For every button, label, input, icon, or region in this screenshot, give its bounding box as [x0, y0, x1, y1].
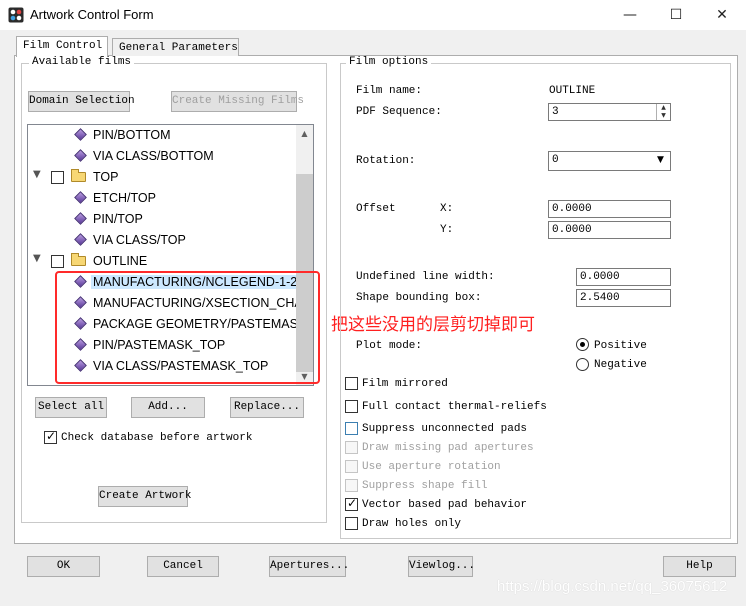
offset-label: Offset — [356, 203, 396, 215]
folder-checkbox[interactable] — [51, 255, 64, 268]
check-database-checkbox[interactable] — [44, 429, 57, 444]
apertures-button[interactable]: Apertures... — [269, 556, 349, 577]
minimize-icon[interactable]: — — [607, 0, 653, 30]
suppress-shape-fill-label: Suppress shape fill — [362, 480, 488, 492]
select-all-button[interactable]: Select all — [35, 397, 107, 418]
offset-x-label: X: — [440, 203, 454, 215]
tree-item[interactable]: VIA CLASS/BOTTOM — [28, 146, 298, 167]
offset-y-input[interactable]: 0.0000 — [548, 221, 671, 239]
chevron-down-icon[interactable]: ▼ — [657, 155, 664, 165]
draw-missing-label: Draw missing pad apertures — [362, 442, 534, 454]
vector-based-checkbox[interactable] — [345, 496, 358, 511]
tree-item[interactable]: ETCH/TOP — [28, 188, 298, 209]
film-icon — [74, 191, 87, 204]
annotation-highlight-box — [55, 271, 320, 384]
tree-item-label: PIN/TOP — [93, 212, 143, 226]
create-missing-films-button[interactable]: Create Missing Films — [171, 91, 304, 112]
tree-item-label: TOP — [93, 170, 119, 184]
tab-film-control[interactable]: Film Control — [16, 36, 108, 57]
negative-radio[interactable] — [576, 358, 589, 371]
offset-y-label: Y: — [440, 224, 454, 236]
shape-bounding-box-input[interactable]: 2.5400 — [576, 289, 671, 307]
draw-holes-checkbox[interactable] — [345, 517, 358, 530]
tree-folder-top[interactable]: ▼ TOP — [28, 167, 298, 188]
pdf-sequence-value: 3 — [552, 106, 559, 118]
film-name-label: Film name: — [356, 85, 423, 97]
plot-mode-label: Plot mode: — [356, 340, 423, 352]
folder-open-icon — [71, 169, 86, 182]
film-icon — [74, 233, 87, 246]
film-icon — [74, 128, 87, 141]
offset-x-input[interactable]: 0.0000 — [548, 200, 671, 218]
help-button[interactable]: Help — [663, 556, 736, 577]
ok-button[interactable]: OK — [27, 556, 100, 577]
tree-folder-outline[interactable]: ▼ OUTLINE — [28, 251, 298, 272]
film-mirrored-label: Film mirrored — [362, 378, 448, 390]
domain-selection-button[interactable]: Domain Selection — [28, 91, 135, 112]
replace-button[interactable]: Replace... — [230, 397, 304, 418]
film-name-value: OUTLINE — [549, 85, 596, 97]
tree-item[interactable]: VIA CLASS/TOP — [28, 230, 298, 251]
vector-based-label: Vector based pad behavior — [362, 499, 528, 511]
tab-general-parameters[interactable]: General Parameters — [112, 38, 239, 56]
use-aperture-rotation-checkbox[interactable] — [345, 460, 358, 473]
positive-radio[interactable] — [576, 338, 589, 351]
maximize-icon[interactable]: ☐ — [653, 0, 699, 30]
check-database-label: Check database before artwork — [61, 432, 253, 444]
pdf-sequence-spinner[interactable]: 3 — [548, 103, 671, 121]
spinner-arrows-icon[interactable]: ▲ ▼ — [656, 104, 670, 120]
full-contact-checkbox[interactable] — [345, 400, 358, 413]
add-button[interactable]: Add... — [131, 397, 205, 418]
tree-item[interactable]: PIN/BOTTOM — [28, 125, 298, 146]
chevron-down-icon[interactable]: ▼ — [33, 253, 41, 264]
use-aperture-rotation-label: Use aperture rotation — [362, 461, 501, 473]
rotation-label: Rotation: — [356, 155, 416, 167]
rotation-dropdown[interactable]: 0 — [548, 151, 671, 171]
full-contact-label: Full contact thermal-reliefs — [362, 401, 547, 413]
positive-label: Positive — [594, 340, 647, 352]
film-icon — [74, 149, 87, 162]
chevron-down-icon[interactable]: ▼ — [33, 169, 41, 180]
watermark-text: https://blog.csdn.net/qq_36075612 — [497, 578, 728, 595]
create-artwork-button[interactable]: Create Artwork — [98, 486, 191, 507]
cancel-button[interactable]: Cancel — [147, 556, 219, 577]
tree-item-label: PIN/BOTTOM — [93, 128, 171, 142]
viewlog-button[interactable]: Viewlog... — [408, 556, 475, 577]
undefined-line-width-input[interactable]: 0.0000 — [576, 268, 671, 286]
undefined-line-width-label: Undefined line width: — [356, 271, 495, 283]
film-icon — [74, 212, 87, 225]
film-mirrored-checkbox[interactable] — [345, 377, 358, 390]
tree-item-label: VIA CLASS/BOTTOM — [93, 149, 214, 163]
available-films-label: Available films — [29, 56, 135, 68]
film-options-label: Film options — [346, 56, 432, 68]
tree-item-label: VIA CLASS/TOP — [93, 233, 186, 247]
window-title: Artwork Control Form — [30, 7, 154, 22]
rotation-value: 0 — [552, 154, 559, 166]
draw-missing-checkbox[interactable] — [345, 441, 358, 454]
suppress-unconnected-checkbox[interactable] — [345, 422, 358, 435]
folder-checkbox[interactable] — [51, 171, 64, 184]
shape-bounding-box-label: Shape bounding box: — [356, 292, 482, 304]
suppress-shape-fill-checkbox[interactable] — [345, 479, 358, 492]
pdf-sequence-label: PDF Sequence: — [356, 106, 442, 118]
draw-holes-label: Draw holes only — [362, 518, 462, 530]
tree-item-label: ETCH/TOP — [93, 191, 156, 205]
tree-item[interactable]: PIN/TOP — [28, 209, 298, 230]
close-icon[interactable]: ✕ — [699, 0, 745, 30]
folder-open-icon — [71, 253, 86, 266]
suppress-unconnected-label: Suppress unconnected pads — [362, 423, 528, 435]
app-icon — [8, 7, 24, 23]
negative-label: Negative — [594, 359, 647, 371]
scroll-up-icon[interactable]: ▲ — [296, 125, 313, 142]
tree-item-label: OUTLINE — [93, 254, 148, 268]
